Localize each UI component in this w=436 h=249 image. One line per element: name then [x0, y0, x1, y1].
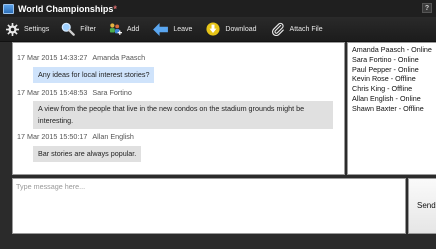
toolbar: Settings Filter Add Leave Download Attac…: [0, 17, 436, 42]
message-author: Amanda Paasch: [92, 53, 146, 62]
send-button[interactable]: Send: [408, 178, 436, 234]
unsaved-marker: *: [113, 3, 117, 14]
attach-file-label: Attach File: [289, 25, 323, 33]
user-list-item[interactable]: Sara Fortino - Online: [352, 55, 436, 65]
window-title: World Championships: [18, 3, 114, 14]
message-bubble: Any ideas for local interest stories?: [33, 67, 155, 83]
leave-button[interactable]: Leave: [149, 18, 196, 40]
user-list-item[interactable]: Allan English - Online: [352, 94, 436, 104]
add-label: Add: [126, 25, 140, 33]
settings-label: Settings: [24, 25, 50, 33]
gear-icon: [6, 22, 19, 36]
message-composer: [12, 178, 406, 234]
message-header: 17 Mar 2015 15:50:17 Allan English: [17, 132, 141, 141]
message-bubble: Bar stories are always popular.: [33, 146, 142, 162]
message-input[interactable]: [13, 179, 405, 233]
leave-label: Leave: [173, 25, 193, 33]
chat-message: 17 Mar 2015 15:48:53 Sara Fortino A view …: [13, 88, 333, 129]
arrow-left-icon: [153, 22, 169, 36]
title-bar: World Championships * ?: [0, 0, 436, 17]
user-list-item[interactable]: Shawn Baxter - Offline: [352, 104, 436, 114]
message-header: 17 Mar 2015 14:33:27 Amanda Paasch: [17, 53, 154, 62]
filter-label: Filter: [80, 25, 96, 33]
user-list-item[interactable]: Amanda Paasch - Online: [352, 45, 436, 55]
user-list[interactable]: Amanda Paasch - Online Sara Fortino - On…: [347, 42, 436, 175]
message-timestamp: 17 Mar 2015 15:48:53: [17, 88, 88, 97]
add-button[interactable]: Add: [104, 18, 143, 40]
message-timestamp: 17 Mar 2015 15:50:17: [17, 132, 88, 141]
chat-message: 17 Mar 2015 14:33:27 Amanda Paasch Any id…: [13, 53, 155, 83]
attach-file-button[interactable]: Attach File: [267, 18, 327, 40]
help-button[interactable]: ?: [422, 3, 432, 13]
user-list-item[interactable]: Paul Pepper - Online: [352, 65, 436, 75]
user-list-item[interactable]: Chris King - Offline: [352, 84, 436, 94]
filter-button[interactable]: Filter: [57, 18, 100, 40]
chat-transcript[interactable]: 17 Mar 2015 14:33:27 Amanda Paasch Any id…: [12, 42, 345, 175]
chat-message: 17 Mar 2015 15:50:17 Allan English Bar st…: [13, 132, 142, 162]
download-label: Download: [225, 25, 257, 33]
add-users-icon: [109, 23, 122, 35]
message-bubble: A view from the people that live in the …: [33, 101, 333, 129]
message-author: Sara Fortino: [92, 88, 132, 97]
message-timestamp: 17 Mar 2015 14:33:27: [17, 53, 88, 62]
download-icon: [206, 22, 220, 36]
paperclip-icon: [271, 22, 284, 36]
app-window-icon: [3, 3, 14, 14]
status-strip: [0, 236, 436, 249]
settings-button[interactable]: Settings: [2, 18, 53, 40]
magnifier-icon: [61, 22, 76, 36]
message-header: 17 Mar 2015 15:48:53 Sara Fortino: [17, 88, 333, 97]
message-author: Allan English: [92, 132, 134, 141]
download-button[interactable]: Download: [202, 18, 260, 40]
user-list-item[interactable]: Kevin Rose - Offline: [352, 74, 436, 84]
